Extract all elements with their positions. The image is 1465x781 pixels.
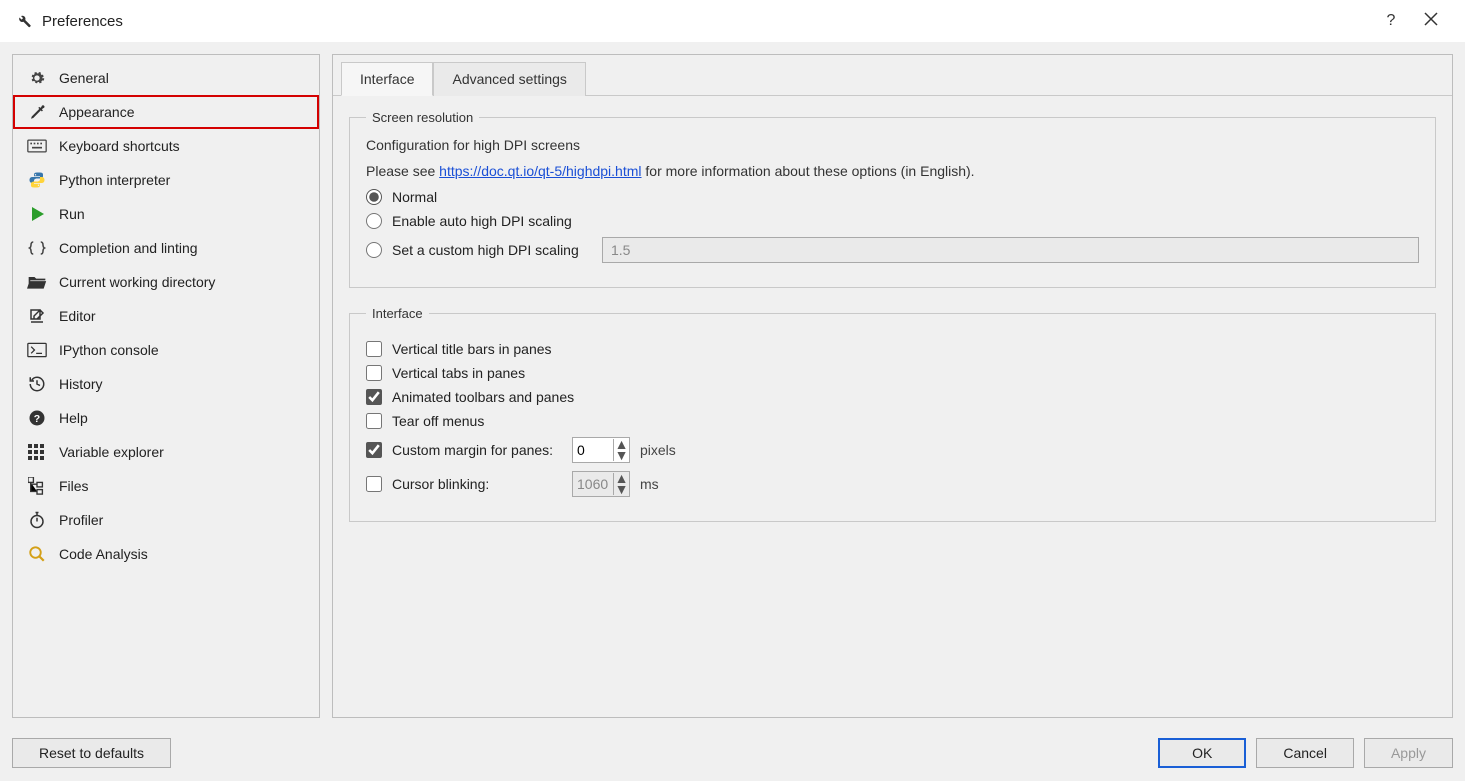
sidebar-item-label: History <box>59 376 103 392</box>
radio-auto-dpi-input[interactable] <box>366 213 382 229</box>
radio-normal[interactable]: Normal <box>366 189 1419 205</box>
sidebar-item-label: Run <box>59 206 85 222</box>
margin-value-input[interactable] <box>573 438 613 462</box>
sidebar-item-label: Code Analysis <box>59 546 148 562</box>
check-vertical-title-bars-input[interactable] <box>366 341 382 357</box>
radio-auto-dpi[interactable]: Enable auto high DPI scaling <box>366 213 1419 229</box>
tab-interface[interactable]: Interface <box>341 62 433 96</box>
sidebar-item-label: Completion and linting <box>59 240 198 256</box>
sidebar-item-label: Appearance <box>59 104 135 120</box>
files-tree-icon <box>27 477 47 495</box>
custom-margin-label: Custom margin for panes: <box>392 442 562 458</box>
sidebar-item-editor[interactable]: Editor <box>13 299 319 333</box>
eyedropper-icon <box>27 103 47 121</box>
sidebar-item-cwd[interactable]: Current working directory <box>13 265 319 299</box>
check-cursor-blinking-input[interactable] <box>366 476 382 492</box>
margin-unit: pixels <box>640 442 676 458</box>
check-custom-margin-input[interactable] <box>366 442 382 458</box>
sidebar-item-python-interpreter[interactable]: Python interpreter <box>13 163 319 197</box>
sidebar-item-label: Variable explorer <box>59 444 164 460</box>
keyboard-icon <box>27 137 47 155</box>
radio-custom-dpi[interactable]: Set a custom high DPI scaling <box>366 237 1419 263</box>
tab-bar: Interface Advanced settings <box>333 55 1452 96</box>
group-legend: Interface <box>366 306 429 321</box>
check-vertical-tabs-input[interactable] <box>366 365 382 381</box>
console-icon <box>27 341 47 359</box>
group-screen-resolution: Screen resolution Configuration for high… <box>349 110 1436 288</box>
help-button[interactable]: ? <box>1371 12 1411 30</box>
grid-icon <box>27 443 47 461</box>
sidebar-item-label: IPython console <box>59 342 159 358</box>
cursor-blinking-label: Cursor blinking: <box>392 476 562 492</box>
group-interface: Interface Vertical title bars in panes V… <box>349 306 1436 522</box>
dialog-footer: Reset to defaults OK Cancel Apply <box>0 730 1465 780</box>
tab-advanced-settings[interactable]: Advanced settings <box>433 62 585 96</box>
history-icon <box>27 375 47 393</box>
gears-icon <box>27 69 47 87</box>
wrench-icon <box>14 11 32 32</box>
sidebar-item-label: Keyboard shortcuts <box>59 138 180 154</box>
highdpi-link[interactable]: https://doc.qt.io/qt-5/highdpi.html <box>439 163 641 179</box>
check-tear-off-menus-input[interactable] <box>366 413 382 429</box>
link-line: Please see https://doc.qt.io/qt-5/highdp… <box>366 163 1419 179</box>
sidebar-item-label: Current working directory <box>59 274 215 290</box>
preferences-sidebar: General Appearance Keyboard shortcuts Py… <box>12 54 320 718</box>
sidebar-item-label: General <box>59 70 109 86</box>
sidebar-item-profiler[interactable]: Profiler <box>13 503 319 537</box>
sidebar-item-label: Python interpreter <box>59 172 170 188</box>
spinner-arrows[interactable]: ▲▼ <box>613 473 629 495</box>
sidebar-item-appearance[interactable]: Appearance <box>13 95 319 129</box>
group-legend: Screen resolution <box>366 110 479 125</box>
radio-normal-input[interactable] <box>366 189 382 205</box>
folder-open-icon <box>27 273 47 291</box>
sidebar-item-completion-linting[interactable]: Completion and linting <box>13 231 319 265</box>
window-title: Preferences <box>42 13 123 30</box>
play-icon <box>27 205 47 223</box>
spinner-arrows[interactable]: ▲▼ <box>613 439 629 461</box>
sidebar-item-run[interactable]: Run <box>13 197 319 231</box>
sidebar-item-variable-explorer[interactable]: Variable explorer <box>13 435 319 469</box>
check-vertical-title-bars[interactable]: Vertical title bars in panes <box>366 341 1419 357</box>
sidebar-item-help[interactable]: ? Help <box>13 401 319 435</box>
sidebar-item-general[interactable]: General <box>13 61 319 95</box>
reset-to-defaults-button[interactable]: Reset to defaults <box>12 738 171 768</box>
sidebar-item-files[interactable]: Files <box>13 469 319 503</box>
check-animated-toolbars[interactable]: Animated toolbars and panes <box>366 389 1419 405</box>
brackets-icon <box>27 239 47 257</box>
close-button[interactable] <box>1411 12 1451 31</box>
blink-unit: ms <box>640 476 659 492</box>
sidebar-item-keyboard-shortcuts[interactable]: Keyboard shortcuts <box>13 129 319 163</box>
blink-spinner[interactable]: ▲▼ <box>572 471 630 497</box>
custom-dpi-input[interactable] <box>602 237 1419 263</box>
cancel-button[interactable]: Cancel <box>1256 738 1354 768</box>
check-animated-toolbars-input[interactable] <box>366 389 382 405</box>
help-icon: ? <box>27 409 47 427</box>
sidebar-item-history[interactable]: History <box>13 367 319 401</box>
margin-spinner[interactable]: ▲▼ <box>572 437 630 463</box>
sidebar-item-label: Profiler <box>59 512 103 528</box>
svg-text:?: ? <box>34 413 40 425</box>
sidebar-item-label: Files <box>59 478 89 494</box>
magnifier-icon <box>27 545 47 563</box>
python-icon <box>27 171 47 189</box>
main-panel: Interface Advanced settings Screen resol… <box>332 54 1453 718</box>
stopwatch-icon <box>27 511 47 529</box>
blink-value-input[interactable] <box>573 472 613 496</box>
radio-custom-dpi-input[interactable] <box>366 242 382 258</box>
check-tear-off-menus[interactable]: Tear off menus <box>366 413 1419 429</box>
apply-button[interactable]: Apply <box>1364 738 1453 768</box>
check-vertical-tabs[interactable]: Vertical tabs in panes <box>366 365 1419 381</box>
titlebar: Preferences ? <box>0 0 1465 42</box>
sidebar-item-ipython-console[interactable]: IPython console <box>13 333 319 367</box>
config-description: Configuration for high DPI screens <box>366 137 1419 153</box>
edit-icon <box>27 307 47 325</box>
sidebar-item-code-analysis[interactable]: Code Analysis <box>13 537 319 571</box>
sidebar-item-label: Editor <box>59 308 96 324</box>
sidebar-item-label: Help <box>59 410 88 426</box>
ok-button[interactable]: OK <box>1158 738 1246 768</box>
